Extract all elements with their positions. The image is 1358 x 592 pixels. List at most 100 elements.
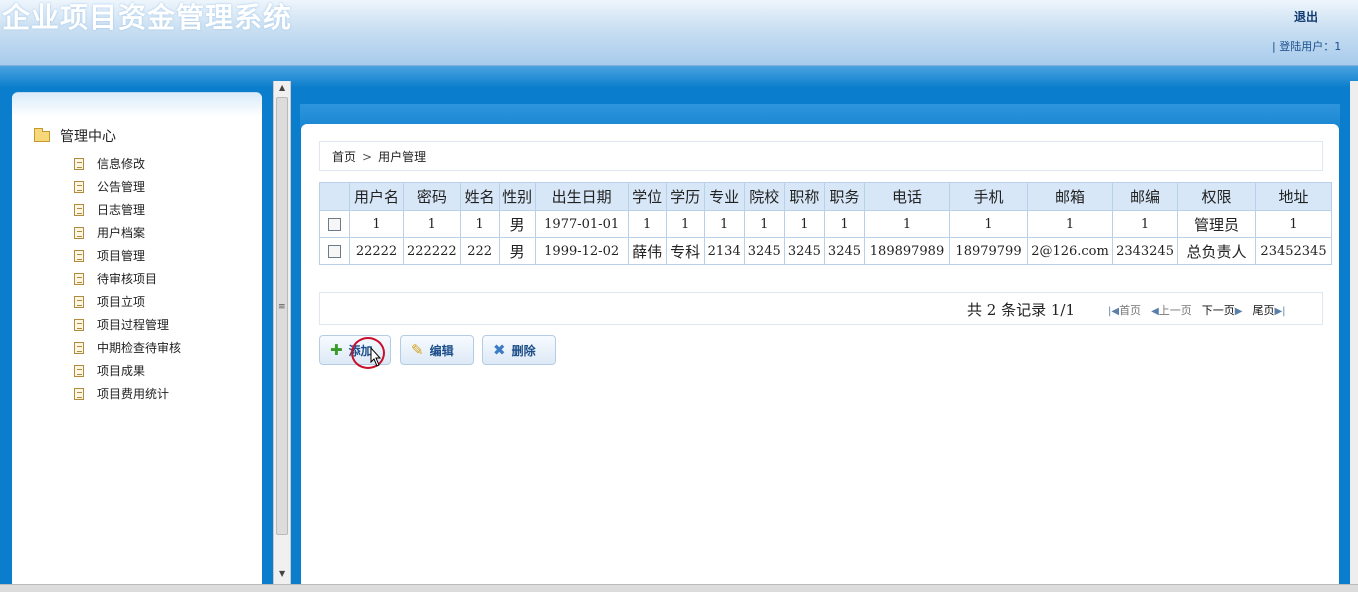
next-page-icon: ▶	[1234, 306, 1243, 317]
document-icon	[74, 364, 84, 377]
document-icon	[74, 295, 84, 308]
last-page-icon: ▶|	[1274, 306, 1286, 317]
sidebar-item-label: 项目费用统计	[97, 387, 170, 401]
table-cell: 3245	[743, 237, 785, 265]
page-scrollbar[interactable]	[1350, 81, 1358, 584]
first-page-icon: |◀	[1108, 306, 1120, 317]
table-cell: 22222	[349, 237, 404, 265]
last-page-link[interactable]: 尾页▶|	[1252, 302, 1285, 318]
breadcrumb-home[interactable]: 首页	[332, 150, 356, 164]
table-cell: 1	[864, 210, 951, 238]
column-header: 学位	[627, 182, 667, 211]
sidebar-item-label: 待审核项目	[97, 272, 158, 286]
sidebar-menu: 信息修改 公告管理 日志管理 用户档案 项目管理 待审核项目 项目立项 项目过程…	[74, 152, 181, 405]
table-cell: 1	[703, 210, 745, 238]
splitter-scrollbar[interactable]: ▲ ≡ ▼	[273, 81, 291, 584]
delete-button[interactable]: ✖ 删除	[482, 335, 556, 365]
column-header: 邮编	[1112, 182, 1179, 211]
first-page-link[interactable]: |◀首页	[1108, 302, 1141, 318]
sidebar-item-label: 项目管理	[97, 249, 146, 263]
table-cell: 189897989	[864, 237, 951, 265]
document-icon	[74, 249, 84, 262]
row-select-cell	[319, 237, 350, 265]
sidebar-item-projects[interactable]: 项目管理	[74, 244, 181, 267]
document-icon	[74, 157, 84, 170]
next-page-label: 下一页	[1201, 304, 1235, 317]
folder-open-icon	[34, 127, 50, 142]
sidebar-item-label: 公告管理	[97, 180, 146, 194]
edit-button-label: 编辑	[429, 343, 454, 358]
system-title: 企业项目资金管理系统	[2, 1, 293, 34]
next-page-link[interactable]: 下一页▶	[1202, 302, 1243, 318]
plus-icon: ✚	[330, 341, 343, 359]
table-cell: 男	[498, 210, 536, 238]
sidebar-item-user-records[interactable]: 用户档案	[74, 221, 181, 244]
sidebar-item-pending-review[interactable]: 待审核项目	[74, 267, 181, 290]
table-cell: 1	[349, 210, 404, 238]
table-cell: 男	[498, 237, 536, 265]
table-cell: 1	[1112, 210, 1179, 238]
logout-link[interactable]: 退出	[1294, 8, 1318, 25]
prev-page-link[interactable]: ◀上一页	[1151, 302, 1192, 318]
table-cell: 管理员	[1177, 210, 1257, 238]
table-row[interactable]: 1 1 1 男 1977-01-01 1 1 1 1 1 1 1 1 1 1 管…	[319, 210, 1333, 238]
table-cell: 3245	[783, 237, 825, 265]
sidebar-item-label: 项目成果	[97, 364, 146, 378]
column-header: 密码	[403, 182, 461, 211]
tree-root[interactable]: 管理中心	[34, 126, 116, 146]
delete-x-icon: ✖	[493, 341, 506, 359]
table-cell: 1	[743, 210, 785, 238]
sidebar-header	[12, 93, 262, 117]
column-header: 职称	[783, 182, 825, 211]
table-cell: 23452345	[1255, 237, 1333, 265]
table-row[interactable]: 22222 222222 222 男 1999-12-02 薛伟 专科 2134…	[319, 237, 1333, 265]
scrollbar-thumb[interactable]	[276, 97, 288, 535]
sidebar-item-logs[interactable]: 日志管理	[74, 198, 181, 221]
sidebar-item-label: 中期检查待审核	[97, 341, 182, 355]
breadcrumb: 首页 > 用户管理	[319, 141, 1323, 171]
row-checkbox[interactable]	[328, 217, 341, 231]
table-cell: 222	[459, 237, 500, 265]
column-header: 性别	[498, 182, 536, 211]
sidebar-item-announcements[interactable]: 公告管理	[74, 175, 181, 198]
column-header: 地址	[1255, 182, 1333, 211]
column-header: 电话	[864, 182, 951, 211]
pagination-nav: |◀首页 ◀上一页 下一页▶ 尾页▶|	[1108, 302, 1286, 318]
sidebar-item-info-edit[interactable]: 信息修改	[74, 152, 181, 175]
table-cell: 1	[823, 210, 866, 238]
sidebar-item-label: 项目立项	[97, 295, 146, 309]
record-count: 共 2 条记录 1/1	[967, 301, 1075, 319]
document-icon	[74, 318, 84, 331]
select-column-header	[319, 182, 350, 211]
document-icon	[74, 203, 84, 216]
row-checkbox[interactable]	[328, 244, 341, 258]
sidebar-item-process-management[interactable]: 项目过程管理	[74, 313, 181, 336]
main-panel: 首页 > 用户管理 用户名 密码 姓名 性别 出生日期 学位 学历 专业 院校 职称…	[301, 124, 1339, 584]
table-cell: 2134	[703, 237, 745, 265]
sidebar-item-results[interactable]: 项目成果	[74, 359, 181, 382]
scroll-down-icon[interactable]: ▼	[279, 569, 285, 578]
hand-cursor-icon	[370, 346, 382, 367]
login-user-label: | 登陆用户：1	[1272, 40, 1342, 53]
sidebar-item-project-setup[interactable]: 项目立项	[74, 290, 181, 313]
scroll-up-icon[interactable]: ▲	[279, 83, 285, 92]
table-cell: 1	[403, 210, 461, 238]
sidebar-item-midterm-review[interactable]: 中期检查待审核	[74, 336, 181, 359]
prev-page-icon: ◀	[1151, 306, 1159, 317]
table-cell: 2@126.com	[1027, 237, 1114, 265]
grip-icon: ≡	[278, 302, 286, 312]
column-header: 权限	[1177, 182, 1257, 211]
sidebar-item-cost-stats[interactable]: 项目费用统计	[74, 382, 181, 405]
sidebar-item-label: 日志管理	[97, 203, 146, 217]
edit-button[interactable]: ✎ 编辑	[400, 335, 474, 365]
column-header: 邮箱	[1027, 182, 1114, 211]
first-page-label: 首页	[1119, 304, 1142, 317]
table-cell: 1	[1255, 210, 1333, 238]
prev-page-label: 上一页	[1158, 304, 1192, 317]
user-table: 用户名 密码 姓名 性别 出生日期 学位 学历 专业 院校 职称 职务 电话 手…	[319, 182, 1333, 265]
content-background-gradient	[0, 66, 1358, 88]
delete-button-label: 删除	[511, 343, 536, 358]
app-header: 企业项目资金管理系统 退出 | 登陆用户：1	[0, 0, 1358, 66]
document-icon	[74, 387, 84, 400]
table-cell: 1999-12-02	[534, 237, 629, 265]
